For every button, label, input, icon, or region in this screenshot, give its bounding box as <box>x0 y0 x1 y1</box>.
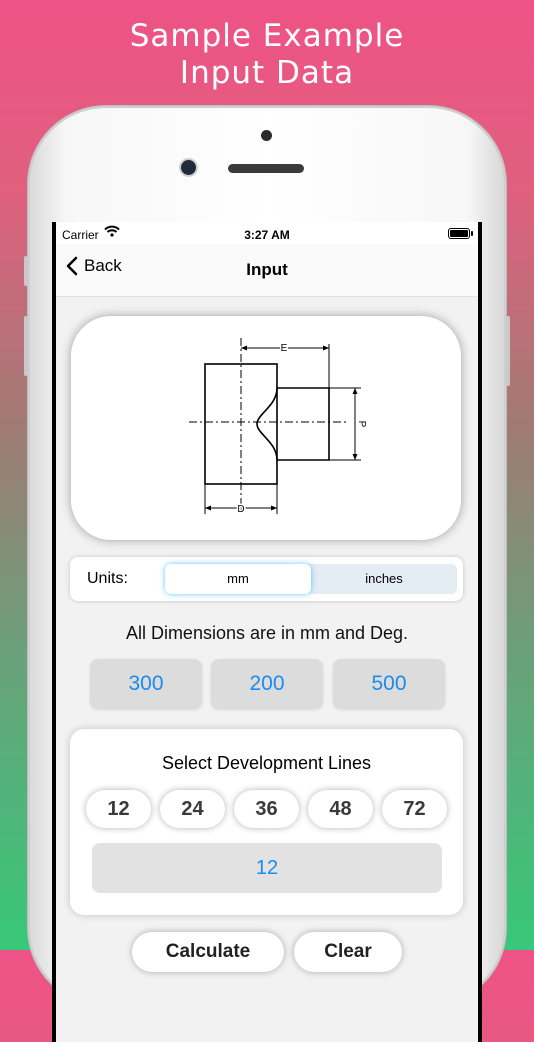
dev-lines-button-36[interactable]: 36 <box>234 790 299 828</box>
dimension-d-label: D <box>237 504 244 515</box>
phone-frame: Carrier 3:27 AM Back Input E D P Units: … <box>24 106 510 1042</box>
navigation-bar: Back Input <box>56 244 478 297</box>
tee-pipe-diagram: E D P <box>189 338 369 517</box>
power-button <box>506 316 510 386</box>
dimensions-note: All Dimensions are in mm and Deg. <box>125 623 409 643</box>
units-label: Units: <box>87 570 128 587</box>
clear-button[interactable]: Clear <box>294 932 402 972</box>
promo-heading: Sample Example Input Data <box>0 18 534 92</box>
dimension-input-1[interactable]: 300 <box>90 659 202 709</box>
earpiece-speaker <box>228 164 304 173</box>
dimension-input-2[interactable]: 200 <box>211 659 323 709</box>
development-lines-field[interactable]: 12 <box>92 843 442 893</box>
app-screen: Carrier 3:27 AM Back Input E D P Units: … <box>56 222 478 1042</box>
calculate-button[interactable]: Calculate <box>132 932 284 972</box>
promo-line-1: Sample Example <box>129 18 405 54</box>
dev-lines-button-72[interactable]: 72 <box>382 790 447 828</box>
units-segmented-control: mm inches <box>165 564 457 594</box>
page-title: Input <box>246 260 288 279</box>
main-content: E D P Units: mm inches All Dimensions ar… <box>56 297 478 1042</box>
mute-switch <box>24 256 28 286</box>
units-option-mm[interactable]: mm <box>165 564 311 594</box>
dev-lines-button-12[interactable]: 12 <box>86 790 151 828</box>
dimension-input-3[interactable]: 500 <box>333 659 445 709</box>
battery-icon <box>448 228 473 239</box>
units-selector-row: Units: mm inches <box>70 557 463 601</box>
status-time: 3:27 AM <box>244 228 290 242</box>
development-lines-title: Select Development Lines <box>161 753 372 773</box>
phone-screen: Carrier 3:27 AM Back Input E D P Units: … <box>52 222 482 1042</box>
status-bar: Carrier 3:27 AM <box>56 222 478 244</box>
units-option-inches[interactable]: inches <box>311 564 457 594</box>
promo-line-2: Input Data <box>179 55 355 91</box>
volume-up-button <box>24 316 28 376</box>
dimension-p-label: P <box>356 421 367 428</box>
front-camera <box>181 160 196 175</box>
dimension-e-label: E <box>281 343 288 354</box>
proximity-sensor <box>261 130 272 141</box>
development-lines-card: Select Development Lines 12 24 36 48 72 … <box>70 729 463 915</box>
tee-diagram-card: E D P <box>71 316 461 540</box>
dev-lines-button-48[interactable]: 48 <box>308 790 373 828</box>
dev-lines-button-24[interactable]: 24 <box>160 790 225 828</box>
